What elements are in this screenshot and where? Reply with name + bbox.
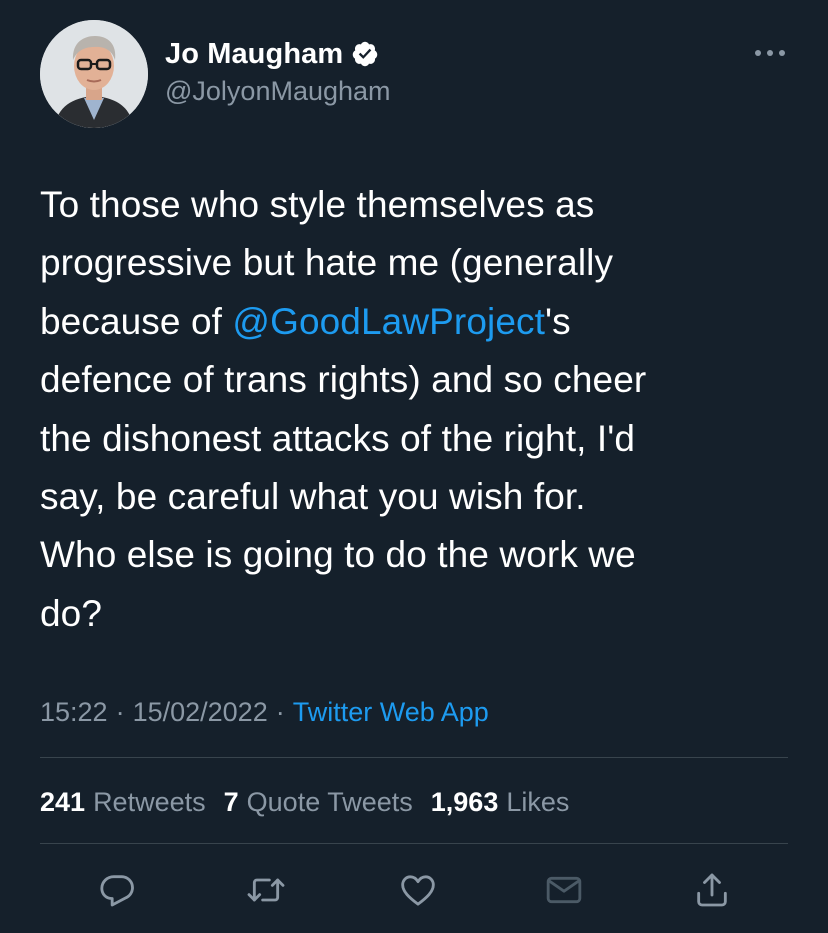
mention-link[interactable]: @GoodLawProject: [232, 301, 545, 342]
heart-icon: [401, 875, 435, 906]
tweet-text: To those who style themselves as progres…: [40, 176, 800, 643]
avatar[interactable]: [40, 20, 148, 128]
quotes-count: 7: [223, 786, 239, 817]
name-row: Jo Maugham: [165, 36, 391, 72]
verified-badge-icon: [351, 40, 379, 68]
tweet-source-link[interactable]: Twitter Web App: [293, 697, 489, 728]
action-bar: [0, 856, 828, 926]
tweet-stats: 241 Retweets 7 Quote Tweets 1,963 Likes: [40, 780, 587, 824]
retweets-count: 241: [40, 786, 86, 817]
more-horizontal-icon: [755, 50, 785, 56]
likes-stat[interactable]: 1,963 Likes: [431, 787, 570, 818]
divider-top: [40, 757, 788, 758]
divider-bottom: [40, 843, 788, 844]
tweet-date[interactable]: 15/02/2022: [133, 697, 268, 728]
likes-label: Likes: [506, 786, 570, 817]
quotes-stat[interactable]: 7 Quote Tweets: [224, 787, 413, 818]
quotes-label: Quote Tweets: [246, 786, 413, 817]
dm-button[interactable]: [540, 866, 588, 914]
share-button[interactable]: [688, 866, 736, 914]
share-icon: [697, 873, 727, 907]
retweet-icon: [247, 878, 285, 902]
handle[interactable]: @JolyonMaugham: [165, 76, 391, 107]
tweet-meta: 15:22 · 15/02/2022 · Twitter Web App: [40, 692, 489, 732]
meta-separator-2: ·: [275, 696, 285, 727]
more-button[interactable]: [748, 38, 792, 68]
like-button[interactable]: [394, 866, 442, 914]
retweets-stat[interactable]: 241 Retweets: [40, 787, 206, 818]
meta-separator: ·: [115, 696, 125, 727]
tweet-time[interactable]: 15:22: [40, 697, 108, 728]
tweet-text-part-2: 's defence of trans rights) and so cheer…: [40, 300, 647, 634]
reply-icon: [100, 875, 134, 907]
retweet-button[interactable]: [242, 866, 290, 914]
author-block: Jo Maugham @JolyonMaugham: [165, 36, 391, 107]
reply-button[interactable]: [94, 866, 142, 914]
tweet-detail: Jo Maugham @JolyonMaugham To those who s…: [0, 0, 828, 933]
avatar-photo: [40, 20, 148, 128]
envelope-icon: [546, 876, 582, 904]
retweets-label: Retweets: [93, 786, 206, 817]
display-name[interactable]: Jo Maugham: [165, 38, 343, 71]
likes-count: 1,963: [430, 786, 499, 817]
